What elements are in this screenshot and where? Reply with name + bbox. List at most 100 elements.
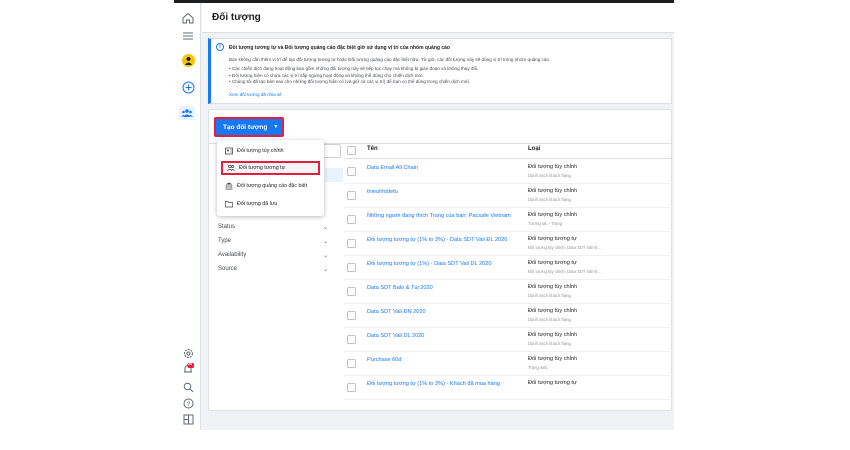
row-checkbox[interactable] (347, 215, 356, 224)
shared-audiences-link[interactable]: Xem đối tượng đã chia sẻ (229, 92, 282, 97)
info-bullet-text: Đối tượng hiện có chứa các vị trí sắp ng… (231, 72, 424, 78)
row-checkbox[interactable] (347, 287, 356, 296)
contact-card-icon (225, 147, 233, 155)
info-icon: i (216, 43, 224, 51)
audience-source: Danh sách khách hàng (528, 293, 571, 298)
add-icon[interactable] (181, 80, 195, 94)
panel-icon[interactable] (181, 412, 195, 426)
table-row[interactable]: Purchase 60d Đối tượng tùy chỉnh Trang w… (344, 352, 672, 376)
audience-source: Đối tượng tùy chỉnh: Data SDT Vali Đ... (528, 245, 601, 250)
audience-source: Đối tượng tùy chỉnh: Data SDT Vali Đ... (528, 269, 601, 274)
audience-type: Đối tượng tương tự (528, 236, 577, 242)
chevron-down-icon: ⌄ (322, 252, 328, 259)
info-bullet-text: Các chiến dịch đang hoạt động bao gồm nh… (231, 66, 479, 71)
audience-name-link[interactable]: Đối tượng tương tự (1%) - Data SDT Vali … (367, 260, 517, 268)
create-audience-label: Tạo đối tượng (223, 123, 268, 131)
audience-source: Tương tác - Trang (528, 221, 562, 226)
chevron-down-icon: ⌄ (322, 266, 328, 273)
audience-name-link[interactable]: thieuhhtdefu (367, 188, 517, 196)
menu-item-label: Đối tượng quảng cáo đặc biệt (237, 183, 308, 189)
bank-icon (225, 182, 233, 190)
people-icon (227, 164, 235, 172)
notifications-icon[interactable]: 28 (181, 362, 195, 376)
audience-name-link[interactable]: Những người đang thích Trang của bạn: Pa… (367, 212, 517, 220)
menu-item-custom-audience[interactable]: Đối tượng tùy chỉnh (221, 144, 320, 158)
home-icon[interactable] (181, 11, 195, 25)
menu-item-label: Đối tượng tùy chỉnh (237, 148, 284, 154)
create-audience-button[interactable]: Tạo đối tượng ▼ (214, 117, 284, 137)
audience-icon[interactable] (179, 106, 195, 120)
audience-source: Danh sách khách hàng (528, 341, 571, 346)
caret-down-icon: ▼ (273, 124, 279, 130)
chevron-down-icon: ⌄ (322, 238, 328, 245)
audience-type: Đối tượng tương tự (528, 260, 577, 266)
filter-availability[interactable]: Availability ⌄ (218, 248, 328, 262)
avatar-icon[interactable] (181, 53, 195, 67)
info-banner: i Đối tượng tương tự và Đối tượng quảng … (208, 38, 672, 104)
create-audience-menu: Đối tượng tùy chỉnh Đối tượng tương tự Đ… (217, 140, 324, 216)
info-bullets: • Các chiến dịch đang hoạt động bao gồm … (229, 66, 478, 86)
table-row[interactable]: Data SDT Vali ĐN 2020 Đối tượng tùy chỉn… (344, 304, 672, 328)
info-bullet-text: Chúng tôi đã tạo bản sao cho những đối t… (231, 79, 471, 84)
row-checkbox[interactable] (347, 239, 356, 248)
table-row[interactable]: Đối tượng tương tự (1%) - Data SDT Vali … (344, 256, 672, 280)
audience-name-link[interactable]: Data SDT Vali ĐN 2020 (367, 308, 517, 316)
notification-badge: 28 (188, 362, 192, 366)
filter-list: Status ⌄ Type ⌄ Availability ⌄ Source ⌄ (218, 220, 328, 276)
audience-name-link[interactable]: Data SDT Balo & Túi 2020 (367, 284, 517, 292)
audience-panel: Tạo đối tượng ▼ g Đối tượng tùy chỉnh Đố… (208, 109, 672, 411)
filter-type[interactable]: Type ⌄ (218, 234, 328, 248)
menu-item-lookalike-audience[interactable]: Đối tượng tương tự (221, 161, 320, 175)
menu-item-special-ad-audience[interactable]: Đối tượng quảng cáo đặc biệt (221, 179, 320, 193)
row-checkbox[interactable] (347, 191, 356, 200)
audience-name-link[interactable]: Purchase 60d (367, 356, 517, 364)
audience-type: Đối tượng tùy chỉnh (528, 188, 578, 194)
table-row[interactable]: Những người đang thích Trang của bạn: Pa… (344, 208, 672, 232)
filter-label: Source (218, 266, 238, 272)
row-checkbox[interactable] (347, 335, 356, 344)
page-header: Đối tượng (202, 3, 674, 33)
audience-source: Danh sách khách hàng (528, 197, 571, 202)
page-title: Đối tượng (212, 12, 261, 23)
select-all-checkbox[interactable] (347, 146, 356, 155)
audience-source: Danh sách khách hàng (528, 173, 571, 178)
table-row[interactable]: Data Email All Chain Đối tượng tùy chỉnh… (344, 160, 672, 184)
menu-icon[interactable] (181, 29, 195, 43)
menu-item-label: Đối tượng tương tự (239, 165, 286, 171)
table-row[interactable]: Data SDT Vali DL 2020 Đối tượng tùy chỉn… (344, 328, 672, 352)
filter-label: Status (218, 224, 236, 230)
audience-type: Đối tượng tùy chỉnh (528, 212, 578, 218)
table-row[interactable]: Data SDT Balo & Túi 2020 Đối tượng tùy c… (344, 280, 672, 304)
table-row[interactable]: Đối tượng tương tự (1% to 3%) - Khách đã… (344, 376, 672, 400)
audience-type: Đối tượng tùy chỉnh (528, 308, 578, 314)
settings-icon[interactable] (181, 346, 195, 360)
filter-status[interactable]: Status ⌄ (218, 220, 328, 234)
help-icon[interactable]: ? (181, 396, 195, 410)
row-checkbox[interactable] (347, 383, 356, 392)
row-checkbox[interactable] (347, 311, 356, 320)
left-nav-rail: 28 ? (174, 3, 201, 430)
audience-name-link[interactable]: Data SDT Vali DL 2020 (367, 332, 517, 340)
column-header-type: Loại (528, 146, 541, 152)
info-heading: Đối tượng tương tự và Đối tượng quảng cá… (229, 45, 450, 51)
audience-type: Đối tượng tùy chỉnh (528, 284, 578, 290)
table-row[interactable]: thieuhhtdefu Đối tượng tùy chỉnh Danh sá… (344, 184, 672, 208)
search-icon[interactable] (181, 380, 195, 394)
selected-filter-strip (325, 168, 343, 182)
info-bullet: • Chúng tôi đã tạo bản sao cho những đối… (229, 79, 471, 84)
chevron-down-icon: ⌄ (322, 224, 328, 231)
audience-name-link[interactable]: Data Email All Chain (367, 164, 517, 172)
audience-type: Đối tượng tùy chỉnh (528, 356, 578, 362)
row-checkbox[interactable] (347, 167, 356, 176)
filter-label: Availability (218, 252, 247, 258)
filter-label: Type (218, 238, 232, 244)
filter-source[interactable]: Source ⌄ (218, 262, 328, 276)
audience-type: Đối tượng tương tự (528, 380, 577, 386)
audience-name-link[interactable]: Đối tượng tương tự (1% to 3%) - Khách đã… (367, 380, 517, 388)
menu-item-saved-audience[interactable]: Đối tượng đã lưu (221, 197, 320, 211)
row-checkbox[interactable] (347, 263, 356, 272)
table-row[interactable]: Đối tượng tương tự (1% to 3%) - Data SDT… (344, 232, 672, 256)
audience-source: Trang web (528, 365, 548, 370)
row-checkbox[interactable] (347, 359, 356, 368)
audience-name-link[interactable]: Đối tượng tương tự (1% to 3%) - Data SDT… (367, 236, 517, 244)
